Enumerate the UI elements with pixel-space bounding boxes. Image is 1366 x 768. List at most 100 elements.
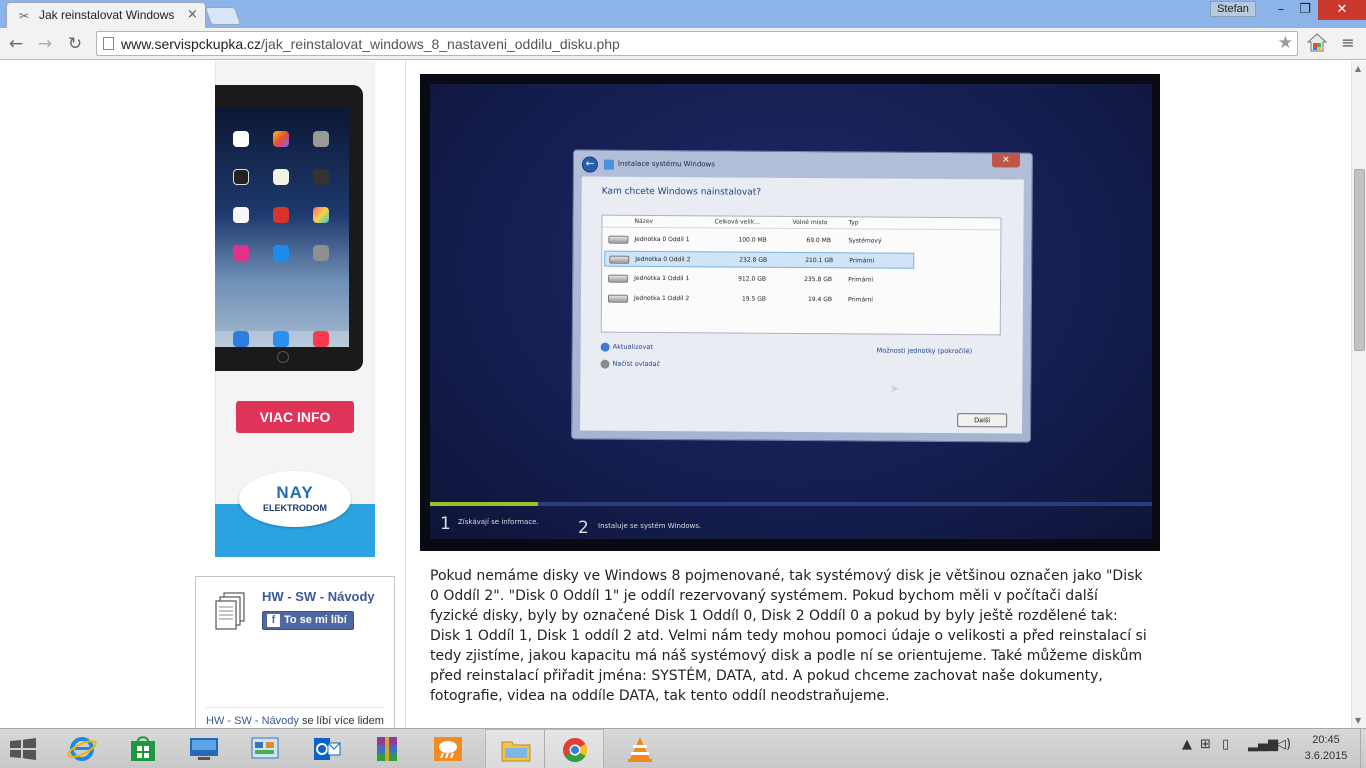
article-photo: ← Instalace systému Windows ✕ Kam chcete… xyxy=(420,74,1160,551)
clock-date[interactable]: 3.6.2015 xyxy=(1303,750,1349,762)
partition-table-header: Název Celková velik... Volné místo Typ xyxy=(602,215,1001,231)
refresh-icon xyxy=(600,342,610,352)
dialog-content: Kam chcete Windows nainstalovat? Název C… xyxy=(580,176,1024,434)
bookmark-star-icon[interactable]: ★ xyxy=(1278,33,1293,53)
settings-app-icon xyxy=(313,245,329,261)
fb-like-button[interactable]: f To se mi líbí xyxy=(262,611,354,630)
browser-toolbar: ← → ↻ www.servispckupka.cz/jak_reinstalo… xyxy=(0,28,1366,60)
taskbar-store[interactable] xyxy=(113,729,173,768)
taskbar-vlc[interactable] xyxy=(610,729,670,768)
store-icon xyxy=(131,736,155,761)
partition-name: Jednotka 0 Oddíl 1 xyxy=(634,235,690,244)
tray-network-icon[interactable]: ▂▄▆ xyxy=(1248,737,1278,752)
tab-close-icon[interactable]: × xyxy=(187,7,198,22)
dialog-heading: Kam chcete Windows nainstalovat? xyxy=(601,186,762,198)
tray-volume-icon[interactable]: ◁) xyxy=(1276,737,1291,752)
fb-page-name[interactable]: HW - SW - Návody xyxy=(262,589,375,604)
partition-type: Systémový xyxy=(848,237,882,245)
tray-battery-icon[interactable]: ▯ xyxy=(1222,737,1229,752)
clock-time[interactable]: 20:45 xyxy=(1305,734,1347,746)
facebook-icon: f xyxy=(267,614,280,627)
scroll-up-icon[interactable]: ▲ xyxy=(1355,64,1361,73)
windows-setup-dialog: ← Instalace systému Windows ✕ Kam chcete… xyxy=(570,149,1034,443)
tray-windows-icon[interactable]: ⊞ xyxy=(1200,737,1211,752)
col-total-size: Celková velik... xyxy=(714,218,760,226)
back-button[interactable]: ← xyxy=(5,33,27,55)
taskbar-file-explorer[interactable] xyxy=(485,729,545,768)
maps-app-icon xyxy=(273,169,289,185)
nay-brand: NAY xyxy=(276,483,314,502)
dialog-title: Instalace systému Windows xyxy=(617,159,715,169)
more-info-button[interactable]: VIAC INFO xyxy=(236,401,354,433)
partition-total: 232.8 GB xyxy=(739,256,768,264)
tab-title: Jak reinstalovat Windows xyxy=(39,8,175,22)
forward-button[interactable]: → xyxy=(34,33,56,55)
windows-start-icon[interactable] xyxy=(8,738,38,760)
partition-name: Jednotka 0 Oddíl 2 xyxy=(635,255,691,264)
taskbar-lenovo[interactable] xyxy=(174,729,234,768)
partition-free: 210.1 GB xyxy=(805,257,834,265)
close-window-button[interactable]: ✕ xyxy=(1318,0,1366,20)
file-explorer-icon xyxy=(501,741,531,762)
itunes-app-icon xyxy=(233,245,249,261)
partition-type: Primární xyxy=(849,257,875,265)
taskbar-internet-explorer[interactable] xyxy=(52,729,112,768)
partition-table: Název Celková velik... Volné místo Typ J… xyxy=(600,214,1002,336)
fb-likes-page-link[interactable]: HW - SW - Návody xyxy=(206,715,299,727)
taskbar-weather[interactable] xyxy=(418,729,478,768)
partition-name: Jednotka 1 Oddíl 2 xyxy=(633,294,690,303)
minimize-button[interactable]: – xyxy=(1268,0,1294,20)
clock-app-icon xyxy=(233,169,249,185)
article-paragraph: Pokud nemáme disky ve Windows 8 pojmenov… xyxy=(430,568,1147,704)
windows-taskbar: ▲ ⊞ ▯ ▂▄▆ ◁) 20:45 3.6.2015 xyxy=(0,728,1366,768)
fb-like-label: To se mi líbí xyxy=(284,614,347,626)
scroll-down-icon[interactable]: ▼ xyxy=(1355,716,1361,725)
partition-row: Jednotka 1 Oddíl 2 19.5 GB 19.4 GB Primá… xyxy=(604,291,914,309)
step-1-number: 1 xyxy=(440,514,451,534)
new-tab-button[interactable] xyxy=(204,7,242,25)
taskbar-chrome[interactable] xyxy=(544,729,604,768)
tablet-dock xyxy=(215,331,349,347)
drive-options-link: Možnosti jednotky (pokročilé) xyxy=(876,346,973,356)
taskbar-outlook[interactable] xyxy=(296,729,356,768)
browser-tab[interactable]: ✂ Jak reinstalovat Windows × xyxy=(6,2,206,28)
nay-elektrodom-logo[interactable]: NAY ELEKTRODOM xyxy=(239,471,351,527)
scrollbar-thumb[interactable] xyxy=(1354,169,1365,351)
tablet-home-button xyxy=(277,351,289,363)
mouse-cursor-icon: ➤ xyxy=(890,382,900,395)
step-2-number: 2 xyxy=(578,518,589,538)
taskbar-control-panel[interactable] xyxy=(235,729,295,768)
web-page: VIAC INFO NAY ELEKTRODOM HW - SW - Návod… xyxy=(0,61,1351,728)
notes-app-icon xyxy=(233,207,249,223)
tablet-image[interactable] xyxy=(215,85,363,371)
col-type: Typ xyxy=(848,219,859,227)
url-domain: www.servispckupka.cz xyxy=(121,36,262,52)
show-desktop-button[interactable] xyxy=(1360,729,1366,768)
tray-expand-icon[interactable]: ▲ xyxy=(1182,737,1192,752)
weather-icon xyxy=(434,737,462,761)
partition-type: Primární xyxy=(848,276,874,284)
tools-icon: ✂ xyxy=(19,9,30,23)
address-bar[interactable]: www.servispckupka.cz/jak_reinstalovat_wi… xyxy=(96,31,1298,56)
step-1-label: Získávají se informace. xyxy=(458,518,539,526)
load-driver-link: Načíst ovladač xyxy=(612,359,661,369)
dialog-close-icon: ✕ xyxy=(991,153,1020,168)
url-text[interactable]: www.servispckupka.cz/jak_reinstalovat_wi… xyxy=(121,36,620,52)
menu-icon[interactable]: ≡ xyxy=(1338,33,1358,53)
refresh-link: Aktualizovat xyxy=(612,342,653,351)
winrar-icon xyxy=(377,737,397,761)
partition-total: 19.5 GB xyxy=(741,295,767,303)
reload-button[interactable]: ↻ xyxy=(64,33,86,55)
partition-free: 235.8 GB xyxy=(804,276,832,284)
home-extension-icon[interactable] xyxy=(1306,32,1328,54)
app-store-icon xyxy=(273,245,289,261)
maximize-button[interactable]: ❐ xyxy=(1292,0,1318,20)
chrome-icon xyxy=(563,738,588,763)
partition-free: 69.0 MB xyxy=(806,237,831,245)
content-divider xyxy=(405,61,406,728)
profile-button[interactable]: Stefan xyxy=(1210,1,1256,17)
taskbar-winrar[interactable] xyxy=(357,729,417,768)
partition-type: Primární xyxy=(847,296,873,304)
camera-app-icon xyxy=(313,131,329,147)
page-scrollbar[interactable]: ▲ ▼ xyxy=(1351,61,1366,728)
